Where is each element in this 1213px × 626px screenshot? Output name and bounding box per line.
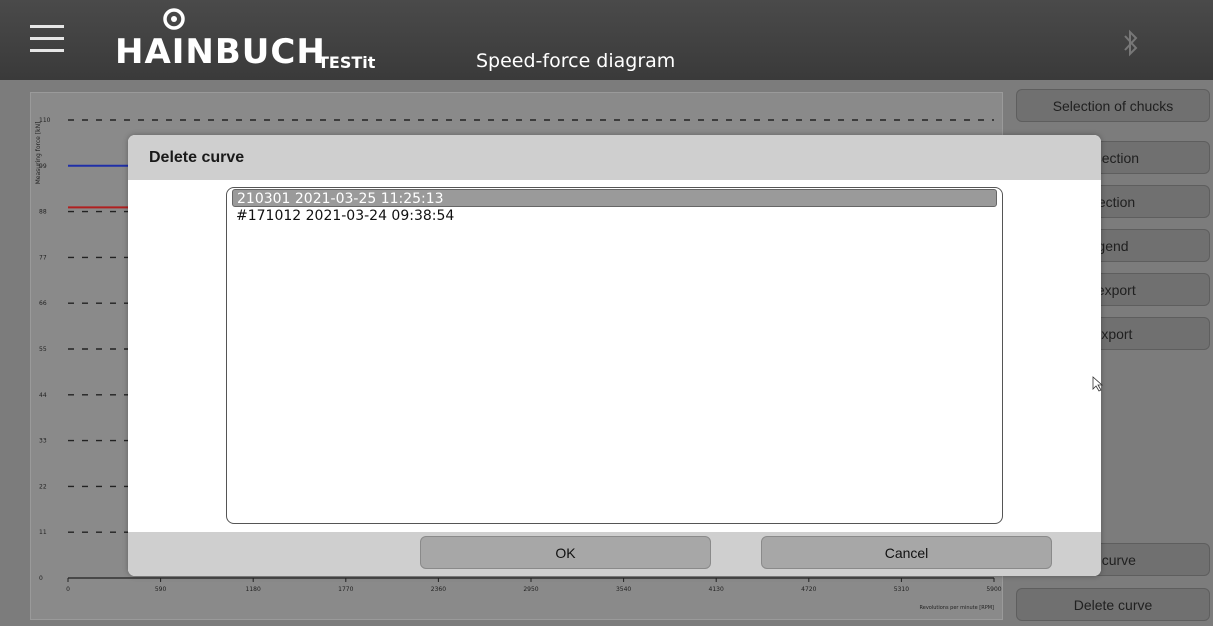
y-tick-label: 88 — [39, 209, 47, 216]
dialog-footer: OK Cancel — [128, 532, 1101, 576]
list-item[interactable]: #171012 2021-03-24 09:38:54 — [232, 207, 997, 225]
delete-curve-button[interactable]: Delete curve — [1016, 588, 1210, 621]
brand-logo: HAINBUCH — [115, 32, 326, 72]
mouse-cursor-icon — [1092, 376, 1104, 392]
y-tick-label: 33 — [39, 438, 47, 445]
y-tick-label: 22 — [39, 483, 47, 490]
ok-button[interactable]: OK — [420, 536, 711, 569]
x-axis-label: Revolutions per minute [RPM] — [920, 605, 995, 611]
x-tick-label: 0 — [66, 586, 70, 593]
y-tick-label: 44 — [39, 392, 47, 399]
y-tick-label: 66 — [39, 300, 47, 307]
dialog-header: Delete curve — [128, 135, 1101, 180]
product-name: TESTit — [318, 53, 376, 72]
delete-curve-dialog: Delete curve 210301 2021-03-25 11:25:13 … — [128, 135, 1101, 576]
top-bar: HAINBUCH TESTit Speed-force diagram — [0, 0, 1213, 80]
y-tick-label: 55 — [39, 346, 47, 353]
y-tick-label: 0 — [39, 575, 43, 582]
selection-of-chucks-button[interactable]: Selection of chucks — [1016, 89, 1210, 122]
y-tick-label: 11 — [39, 529, 47, 536]
bluetooth-icon[interactable] — [1121, 27, 1141, 59]
dialog-title: Delete curve — [149, 149, 245, 166]
x-tick-label: 1180 — [246, 586, 261, 593]
x-tick-label: 2360 — [431, 586, 446, 593]
x-tick-label: 590 — [155, 586, 167, 593]
x-tick-label: 5310 — [894, 586, 909, 593]
hainbuch-logo-mark-icon — [163, 8, 185, 30]
cancel-button[interactable]: Cancel — [761, 536, 1052, 569]
x-tick-label: 1770 — [338, 586, 353, 593]
x-tick-label: 2950 — [523, 586, 538, 593]
x-tick-label: 5900 — [986, 586, 1001, 593]
hamburger-menu-icon[interactable] — [30, 25, 64, 53]
y-axis-label: Measuring force [kN] — [35, 122, 42, 185]
curve-list[interactable]: 210301 2021-03-25 11:25:13 #171012 2021-… — [226, 187, 1003, 524]
page-title: Speed-force diagram — [476, 50, 676, 72]
x-tick-label: 4130 — [709, 586, 724, 593]
x-tick-label: 3540 — [616, 586, 631, 593]
y-tick-label: 77 — [39, 254, 47, 261]
list-item[interactable]: 210301 2021-03-25 11:25:13 — [232, 189, 997, 207]
x-tick-label: 4720 — [801, 586, 816, 593]
